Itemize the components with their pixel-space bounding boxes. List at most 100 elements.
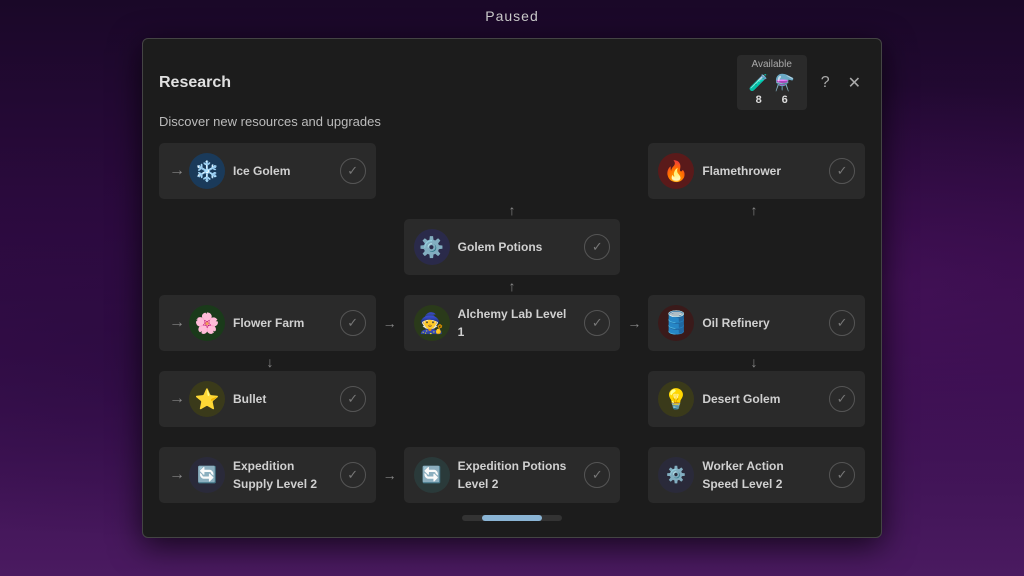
research-modal: Research Available 🧪 8 ⚗️ 6 <box>142 38 882 538</box>
available-items-container: 🧪 8 ⚗️ 6 <box>750 73 794 106</box>
arrow-es-ep: → <box>380 467 400 483</box>
col-flower-farm: → 🌸 Flower Farm ✓ <box>159 295 376 351</box>
desert-golem-icon: 💡 <box>658 381 694 417</box>
golem-potions-info: Golem Potions <box>458 238 577 256</box>
card-worker-speed[interactable]: ⚙️ Worker Action Speed Level 2 ✓ <box>648 447 865 503</box>
ice-golem-name: Ice Golem <box>233 164 290 178</box>
card-exp-potions[interactable]: 🔄 Expedition Potions Level 2 ✓ <box>404 447 621 503</box>
col-worker-speed: ⚙️ Worker Action Speed Level 2 ✓ <box>648 447 865 503</box>
research-layout: → ❄️ Ice Golem ✓ 🔥 <box>159 143 865 503</box>
row-1: → ❄️ Ice Golem ✓ 🔥 <box>159 143 865 199</box>
vc-3-3: ↓ <box>643 354 865 370</box>
flamethrower-icon: 🔥 <box>658 153 694 189</box>
desert-golem-name: Desert Golem <box>702 392 780 406</box>
scrollbar-container <box>159 515 865 521</box>
col-bullet: → ⭐ Bullet ✓ <box>159 371 376 427</box>
token-count-1: 8 <box>756 94 762 106</box>
col-flamethrower: 🔥 Flamethrower ✓ <box>648 143 865 199</box>
scrollbar-thumb[interactable] <box>482 515 542 521</box>
alchemy-lab-info: Alchemy Lab Level 1 <box>458 305 577 341</box>
potion-token-icon: ⚗️ <box>776 73 794 93</box>
exp-supply-check: ✓ <box>340 462 366 488</box>
card-flamethrower[interactable]: 🔥 Flamethrower ✓ <box>648 143 865 199</box>
available-item-2: ⚗️ 6 <box>776 73 794 106</box>
col-empty-mid-1 <box>404 143 621 199</box>
arrow-ff-al: → <box>380 315 400 331</box>
available-label: Available <box>751 59 791 70</box>
row-3: → 🌸 Flower Farm ✓ → 🧙 Alchemy Lab Level … <box>159 295 865 351</box>
token-count-2: 6 <box>782 94 788 106</box>
card-alchemy-lab[interactable]: 🧙 Alchemy Lab Level 1 ✓ <box>404 295 621 351</box>
golem-potions-name: Golem Potions <box>458 240 543 254</box>
flower-farm-info: Flower Farm <box>233 314 332 332</box>
flower-farm-icon: 🌸 <box>189 305 225 341</box>
research-token-icon: 🧪 <box>750 73 768 93</box>
exp-supply-icon: 🔄 <box>189 457 225 493</box>
close-button[interactable]: ✕ <box>844 71 865 95</box>
exp-potions-info: Expedition Potions Level 2 <box>458 457 577 493</box>
col-desert-golem: 💡 Desert Golem ✓ <box>648 371 865 427</box>
oil-refinery-name: Oil Refinery <box>702 316 769 330</box>
worker-speed-name: Worker Action Speed Level 2 <box>702 459 783 491</box>
col-exp-potions: 🔄 Expedition Potions Level 2 ✓ <box>404 447 621 503</box>
flamethrower-name: Flamethrower <box>702 164 781 178</box>
exp-supply-name: Expedition Supply Level 2 <box>233 459 317 491</box>
available-section: Available 🧪 8 ⚗️ 6 <box>737 55 807 110</box>
bullet-check: ✓ <box>340 386 366 412</box>
alchemy-lab-name: Alchemy Lab Level 1 <box>458 307 567 339</box>
flower-farm-name: Flower Farm <box>233 316 304 330</box>
card-golem-potions[interactable]: ⚙️ Golem Potions ✓ <box>404 219 621 275</box>
worker-speed-check: ✓ <box>829 462 855 488</box>
worker-speed-icon: ⚙️ <box>658 457 694 493</box>
col-exp-supply: → 🔄 Expedition Supply Level 2 ✓ <box>159 447 376 503</box>
oil-refinery-info: Oil Refinery <box>702 314 821 332</box>
vc-2-2: ↑ <box>401 278 623 294</box>
col-ice-golem: → ❄️ Ice Golem ✓ <box>159 143 376 199</box>
vert-row-3: ↓ ↓ <box>159 353 865 371</box>
exp-supply-info: Expedition Supply Level 2 <box>233 457 332 493</box>
help-button[interactable]: ? <box>817 72 834 94</box>
worker-speed-info: Worker Action Speed Level 2 <box>702 457 821 493</box>
flower-farm-check: ✓ <box>340 310 366 336</box>
golem-potions-icon: ⚙️ <box>414 229 450 265</box>
vc-1-2: ↑ <box>401 202 623 218</box>
col-empty-left-2 <box>159 219 376 275</box>
flamethrower-info: Flamethrower <box>702 162 821 180</box>
bullet-info: Bullet <box>233 390 332 408</box>
exp-potions-icon: 🔄 <box>414 457 450 493</box>
vert-row-1: ↑ ↑ <box>159 201 865 219</box>
ice-golem-info: Ice Golem <box>233 162 332 180</box>
card-bullet[interactable]: → ⭐ Bullet ✓ <box>159 371 376 427</box>
desert-golem-info: Desert Golem <box>702 390 821 408</box>
alchemy-lab-check: ✓ <box>584 310 610 336</box>
col-golem-potions: ⚙️ Golem Potions ✓ <box>404 219 621 275</box>
card-oil-refinery[interactable]: 🛢️ Oil Refinery ✓ <box>648 295 865 351</box>
col-oil-refinery: 🛢️ Oil Refinery ✓ <box>648 295 865 351</box>
col-empty-mid-4 <box>404 371 621 427</box>
card-ice-golem[interactable]: → ❄️ Ice Golem ✓ <box>159 143 376 199</box>
golem-potions-check: ✓ <box>584 234 610 260</box>
col-empty-right-2 <box>648 219 865 275</box>
card-desert-golem[interactable]: 💡 Desert Golem ✓ <box>648 371 865 427</box>
exp-potions-name: Expedition Potions Level 2 <box>458 459 567 491</box>
modal-title: Research <box>159 74 231 92</box>
row-2: ⚙️ Golem Potions ✓ <box>159 219 865 275</box>
arrow-into-exp-supply: → <box>169 466 185 484</box>
col-alchemy-lab: 🧙 Alchemy Lab Level 1 ✓ <box>404 295 621 351</box>
ice-golem-check: ✓ <box>340 158 366 184</box>
bullet-name: Bullet <box>233 392 266 406</box>
vert-row-2: ↑ <box>159 277 865 295</box>
bullet-icon: ⭐ <box>189 381 225 417</box>
scrollbar-track[interactable] <box>462 515 562 521</box>
card-exp-supply[interactable]: → 🔄 Expedition Supply Level 2 ✓ <box>159 447 376 503</box>
card-flower-farm[interactable]: → 🌸 Flower Farm ✓ <box>159 295 376 351</box>
vert-row-4 <box>159 429 865 447</box>
arrow-into-flower-farm: → <box>169 314 185 332</box>
vc-3-1: ↓ <box>159 354 381 370</box>
modal-subtitle: Discover new resources and upgrades <box>159 114 865 129</box>
arrow-into-bullet: → <box>169 390 185 408</box>
vc-1-3: ↑ <box>643 202 865 218</box>
modal-header: Research Available 🧪 8 ⚗️ 6 <box>159 55 865 110</box>
desert-golem-check: ✓ <box>829 386 855 412</box>
flamethrower-check: ✓ <box>829 158 855 184</box>
